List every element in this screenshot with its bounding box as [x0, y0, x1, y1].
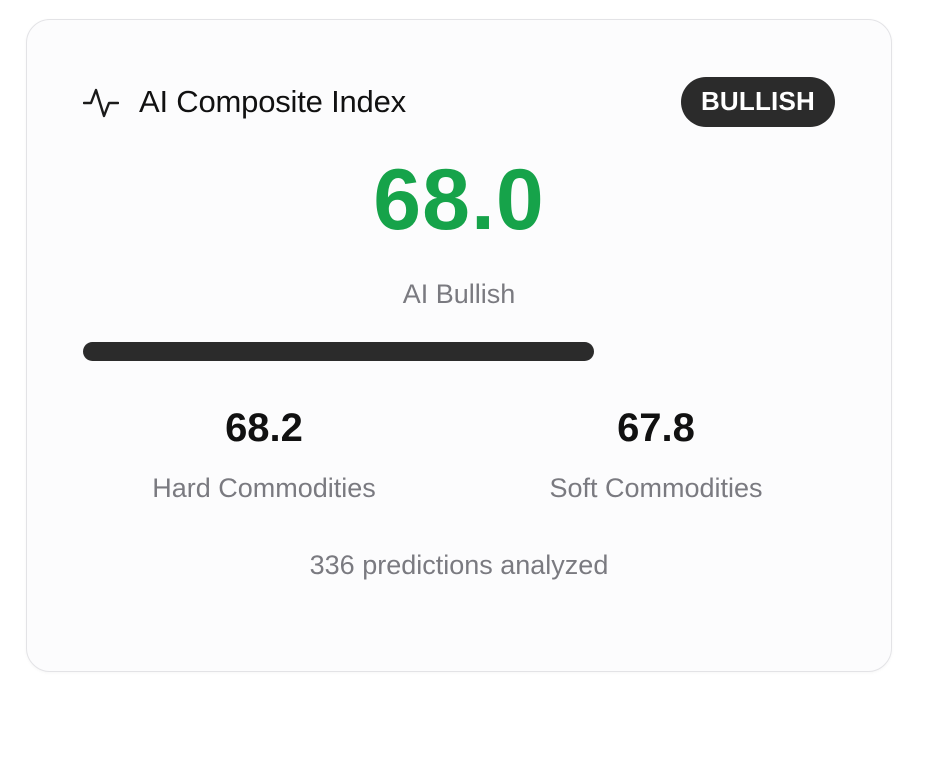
score-progress-bar: [83, 342, 835, 361]
activity-pulse-icon: [83, 85, 119, 119]
composite-score: 68.0: [373, 152, 545, 248]
score-label: AI Bullish: [402, 279, 516, 309]
soft-commodities-stat: 67.8 Soft Commodities: [486, 405, 826, 504]
composite-index-card: AI Composite Index BULLISH 68.0 AI Bulli…: [26, 19, 892, 672]
hard-commodities-label: Hard Commodities: [152, 473, 376, 503]
predictions-count: 336 predictions analyzed: [309, 550, 609, 580]
hard-commodities-stat: 68.2 Hard Commodities: [94, 405, 434, 504]
soft-commodities-value: 67.8: [617, 406, 695, 450]
sentiment-badge: BULLISH: [680, 77, 835, 127]
score-progress-fill: [83, 342, 595, 361]
soft-commodities-label: Soft Commodities: [549, 473, 763, 503]
title-group: AI Composite Index: [83, 84, 406, 120]
card-header: AI Composite Index BULLISH: [83, 76, 835, 128]
card-title: AI Composite Index: [139, 84, 406, 119]
hard-commodities-value: 68.2: [225, 406, 303, 450]
